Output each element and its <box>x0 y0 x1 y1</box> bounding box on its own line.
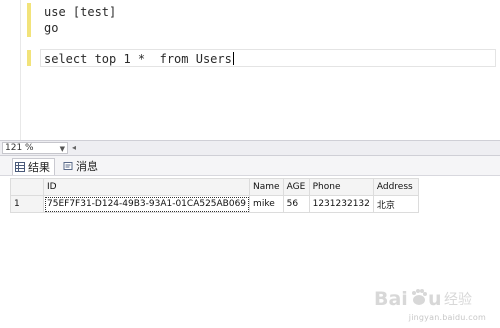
tab-results[interactable]: 结果 <box>12 158 55 175</box>
table-row: 1 75EF7F31-D124-49B3-93A1-01CA525AB069 m… <box>10 195 419 213</box>
row-number-header[interactable] <box>10 178 44 196</box>
grid-icon <box>15 162 25 172</box>
code-line-text: select top 1 * from Users <box>44 52 232 66</box>
zoom-dropdown[interactable]: 121 % ▼ <box>2 142 68 154</box>
change-marker <box>27 3 31 37</box>
results-grid: ID Name AGE Phone Address 1 75EF7F31-D12… <box>10 178 419 213</box>
tab-messages[interactable]: 消息 <box>61 158 102 175</box>
column-header[interactable]: Phone <box>308 178 374 196</box>
watermark-url: jingyan.baidu.com <box>408 313 486 322</box>
baidu-jingyan-watermark: Bai u 经验 <box>374 288 472 310</box>
query-editor[interactable]: use [test] go select top 1 * from Users <box>0 0 500 140</box>
code-line[interactable]: use [test] <box>44 4 116 20</box>
grid-header-row: ID Name AGE Phone Address <box>10 178 419 196</box>
row-number[interactable]: 1 <box>10 195 44 213</box>
results-tabstrip: 结果 消息 <box>0 156 500 176</box>
column-header[interactable]: ID <box>42 178 251 196</box>
svg-text:经验: 经验 <box>444 292 472 308</box>
ssms-window: use [test] go select top 1 * from Users … <box>0 0 500 328</box>
column-header[interactable]: Name <box>249 178 284 196</box>
tab-results-label: 结果 <box>28 161 50 174</box>
results-grid-container: ID Name AGE Phone Address 1 75EF7F31-D12… <box>10 178 419 213</box>
chevron-down-icon: ▼ <box>59 145 65 153</box>
tab-messages-label: 消息 <box>76 160 98 173</box>
column-header[interactable]: AGE <box>282 178 310 196</box>
code-line-current[interactable]: select top 1 * from Users <box>44 51 234 67</box>
svg-text:Bai: Bai <box>374 288 408 310</box>
zoom-value: 121 % <box>5 143 34 153</box>
scroll-left-icon[interactable]: ◂ <box>72 143 76 152</box>
grid-cell-phone[interactable]: 1231232132 <box>308 195 374 213</box>
grid-cell-id[interactable]: 75EF7F31-D124-49B3-93A1-01CA525AB069 <box>42 195 251 213</box>
grid-cell-age[interactable]: 56 <box>282 195 310 213</box>
change-marker <box>27 50 31 66</box>
grid-cell-name[interactable]: mike <box>249 195 284 213</box>
code-line[interactable]: go <box>44 20 58 36</box>
editor-gutter <box>0 0 21 140</box>
column-header[interactable]: Address <box>372 178 419 196</box>
grid-cell-address[interactable]: 北京 <box>372 195 419 213</box>
message-icon <box>63 162 73 170</box>
editor-status-bar: 121 % ▼ ◂ <box>0 140 500 156</box>
text-caret <box>232 52 234 65</box>
svg-text:u: u <box>428 288 442 310</box>
